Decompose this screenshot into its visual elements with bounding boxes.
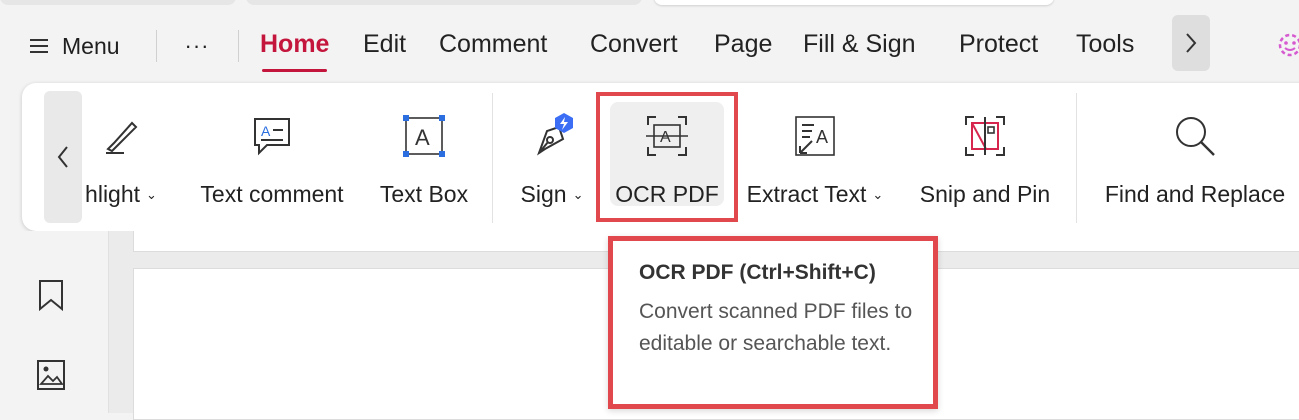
tab-comment[interactable]: Comment [439, 30, 547, 59]
chevron-down-icon: ⌄ [146, 186, 157, 202]
find-and-replace-label: Find and Replace [1104, 181, 1286, 207]
tab-protect[interactable]: Protect [959, 30, 1038, 59]
hamburger-icon [30, 38, 48, 54]
chevron-down-icon: ⌄ [572, 186, 584, 202]
text-comment-icon: A [249, 113, 295, 159]
highlight-tool[interactable]: hlight ⌄ [76, 99, 166, 217]
chevron-down-icon: ⌄ [872, 186, 884, 202]
tooltip-title: OCR PDF (Ctrl+Shift+C) [639, 261, 876, 284]
menu-button[interactable]: Menu [30, 28, 120, 64]
snip-and-pin-tool[interactable]: Snip and Pin [912, 99, 1058, 217]
left-side-panel [0, 231, 109, 413]
tab-home[interactable]: Home [260, 30, 329, 72]
browser-tab-strip [0, 0, 1299, 10]
image-icon[interactable] [36, 359, 66, 391]
chevron-left-icon [57, 146, 68, 168]
more-options-button[interactable]: ··· [180, 28, 214, 64]
ocr-pdf-highlight-frame [596, 92, 738, 222]
magnifier-icon [1172, 113, 1218, 159]
tab-convert[interactable]: Convert [590, 30, 678, 59]
text-box-icon: A [401, 113, 447, 159]
tab-tools[interactable]: Tools [1076, 30, 1134, 59]
tab-page[interactable]: Page [714, 30, 772, 59]
menu-bar: Menu ··· Home Edit Comment Convert Page … [0, 15, 1299, 74]
extract-text-label: Extract Text [746, 181, 867, 207]
snip-and-pin-label: Snip and Pin [919, 181, 1051, 207]
tabs-scroll-right-button[interactable] [1172, 15, 1210, 71]
browser-tab[interactable] [0, 0, 236, 5]
find-and-replace-tool[interactable]: Find and Replace [1100, 99, 1290, 217]
divider [156, 30, 157, 62]
text-box-tool[interactable]: A Text Box [374, 99, 474, 217]
sign-label: Sign [520, 181, 567, 207]
browser-tab-active[interactable] [654, 0, 1054, 5]
text-comment-tool[interactable]: A Text comment [192, 99, 352, 217]
bookmark-icon[interactable] [36, 279, 66, 311]
tab-edit[interactable]: Edit [363, 30, 406, 59]
highlighter-icon [98, 113, 144, 159]
svg-text:A: A [816, 127, 828, 147]
ribbon-divider [492, 93, 493, 223]
text-comment-label: Text comment [200, 181, 344, 207]
divider [238, 30, 239, 62]
chevron-right-icon [1186, 33, 1197, 53]
svg-text:A: A [415, 125, 430, 150]
text-box-label: Text Box [379, 181, 469, 207]
tab-fill-sign[interactable]: Fill & Sign [803, 30, 916, 59]
ai-assistant-icon[interactable] [1275, 30, 1299, 60]
ocr-pdf-tooltip: OCR PDF (Ctrl+Shift+C) Convert scanned P… [608, 236, 938, 409]
tooltip-description: Convert scanned PDF files to editable or… [639, 300, 913, 355]
ribbon-divider [1076, 93, 1077, 223]
highlight-label: hlight [85, 181, 141, 207]
ribbon-scroll-left-button[interactable] [44, 91, 82, 223]
menu-label: Menu [62, 32, 120, 59]
sign-tool[interactable]: Sign ⌄ [512, 99, 592, 217]
browser-tab[interactable] [246, 0, 642, 5]
snip-pin-icon [962, 113, 1008, 159]
sign-pen-icon [529, 113, 575, 159]
svg-text:A: A [261, 123, 271, 139]
extract-text-tool[interactable]: A Extract Text ⌄ [744, 99, 886, 217]
extract-text-icon: A [792, 113, 838, 159]
